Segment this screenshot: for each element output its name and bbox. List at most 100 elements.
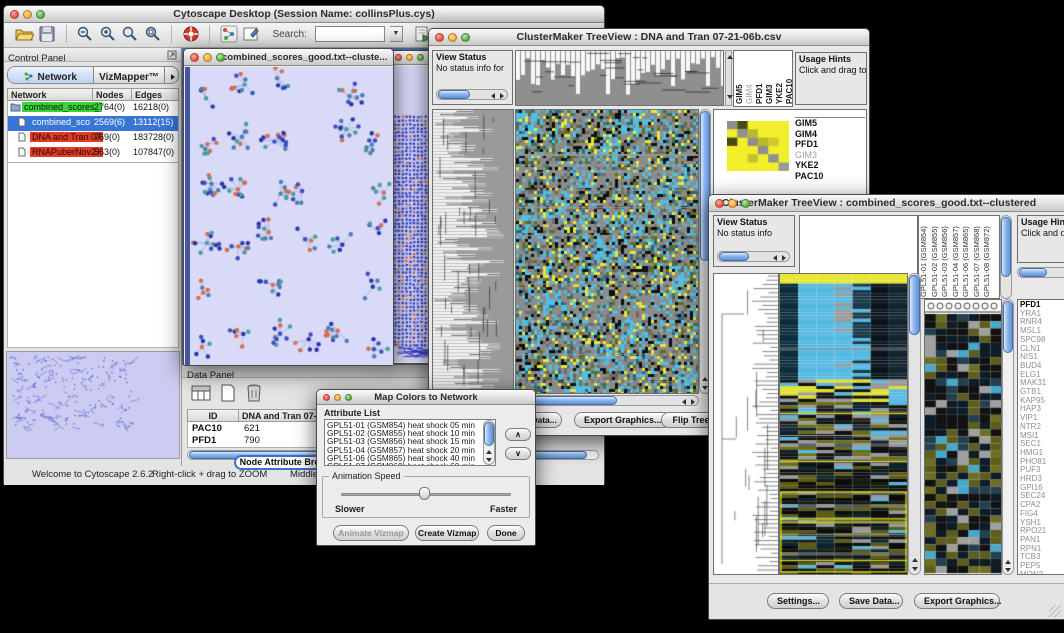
animation-speed-label: Animation Speed: [329, 471, 404, 481]
tv1-usage-hints-title: Usage Hints: [799, 54, 863, 65]
search-dropdown-button[interactable]: ▼: [390, 26, 403, 42]
close-button[interactable]: [715, 199, 724, 208]
tv2-heatmap[interactable]: [779, 273, 908, 575]
close-button[interactable]: [435, 33, 444, 42]
annotation-icon[interactable]: [242, 25, 260, 43]
network-list-item[interactable]: DNA and Tran 07769(0)183728(0): [8, 131, 178, 146]
network-table-header-nodes[interactable]: Nodes: [92, 88, 132, 101]
tv1-gutter-arrows[interactable]: [725, 50, 732, 106]
tv2-vscrollbar[interactable]: [908, 273, 921, 575]
tv1-heatmap[interactable]: [515, 109, 699, 394]
tv2-column-label: GPL51-02 (GSM855): [930, 217, 941, 297]
treeview-window-combined[interactable]: ClusterMaker TreeView : combined_scores_…: [708, 194, 1064, 620]
tv2-export-graphics-button[interactable]: Export Graphics...: [914, 593, 1000, 609]
data-cell-id[interactable]: PFD1: [192, 435, 216, 446]
network-view-window[interactable]: combined_scores_good.txt--cluste...: [183, 48, 394, 366]
tv1-zoom-heatmap[interactable]: [727, 121, 789, 171]
help-lifering-icon[interactable]: [182, 25, 200, 43]
tv2-collabel-scrollbar[interactable]: [1000, 215, 1012, 299]
network-list-item[interactable]: RNAPuberNov2+563(0)107847(0): [8, 146, 178, 161]
network-table-header-edges[interactable]: Edges: [131, 88, 179, 101]
delete-attribute-icon[interactable]: [244, 383, 264, 403]
zoom-button[interactable]: [216, 53, 225, 62]
network-canvas[interactable]: [185, 67, 393, 365]
tv1-column-dendrogram[interactable]: [515, 50, 724, 106]
network-table-header-network[interactable]: Network: [7, 88, 93, 101]
zoom-fit-icon[interactable]: [144, 25, 162, 43]
tab-overflow-button[interactable]: [164, 67, 179, 83]
move-up-button[interactable]: ∧: [505, 428, 531, 441]
tv1-hscrollbar[interactable]: [515, 395, 699, 406]
tab-vizmapper[interactable]: VizMapper™: [94, 67, 164, 83]
minimize-button[interactable]: [448, 33, 457, 42]
new-attribute-icon[interactable]: [218, 383, 238, 403]
zoom-button[interactable]: [345, 394, 352, 401]
animate-vizmap-button[interactable]: Animate Vizmap: [333, 525, 409, 541]
data-table-header-id[interactable]: ID: [187, 409, 239, 422]
tv1-status-scrollbar[interactable]: [436, 89, 508, 100]
minimize-button[interactable]: [203, 53, 212, 62]
resize-grip[interactable]: [1049, 605, 1061, 617]
close-button[interactable]: [323, 394, 330, 401]
attribute-select-icon[interactable]: [190, 383, 212, 403]
zoom-button[interactable]: [741, 199, 750, 208]
tv1-export-graphics-button[interactable]: Export Graphics...: [574, 412, 672, 428]
tv1-row-dendrogram[interactable]: [432, 109, 514, 394]
network-list-item[interactable]: combined_sco2569(6)13112(15): [8, 116, 178, 131]
data-cell-id[interactable]: PAC10: [192, 423, 222, 434]
network-overview-icon[interactable]: [220, 25, 238, 43]
minimize-button[interactable]: [406, 54, 413, 61]
tv2-zoom-hscrollbar[interactable]: [1017, 267, 1064, 278]
attribute-list-scrollbar[interactable]: [483, 420, 495, 465]
tv2-view-status-title: View Status: [717, 217, 791, 228]
data-cell-value[interactable]: 621: [244, 423, 260, 434]
minimize-button[interactable]: [23, 10, 32, 19]
done-button[interactable]: Done: [487, 525, 525, 541]
search-input[interactable]: [315, 26, 385, 42]
network-overview-panel[interactable]: [6, 351, 180, 459]
tv2-settings-button[interactable]: Settings...: [767, 593, 829, 609]
tv2-column-label: GPL51-08 (GSM872): [982, 217, 993, 297]
tv2-status-scrollbar[interactable]: [717, 251, 790, 262]
zoom-button[interactable]: [36, 10, 45, 19]
tv1-column-label: GIM5: [735, 53, 744, 104]
create-vizmap-button[interactable]: Create Vizmap: [415, 525, 479, 541]
data-cell-value[interactable]: 790: [244, 435, 260, 446]
zoom-button[interactable]: [417, 54, 424, 61]
zoom-button[interactable]: [461, 33, 470, 42]
network-list-item[interactable]: combined_scores_2764(0)16218(0): [8, 101, 178, 116]
tv1-view-status-title: View Status: [436, 52, 509, 63]
tab-network[interactable]: Network: [8, 67, 94, 83]
tv1-row-label: PFD1: [795, 139, 865, 150]
zoom-in-icon[interactable]: [99, 25, 117, 43]
tv2-column-labels[interactable]: GPL51-01 (GSM854)GPL51-02 (GSM855)GPL51-…: [918, 215, 1000, 299]
zoom-out-icon[interactable]: [76, 25, 94, 43]
close-button[interactable]: [190, 53, 199, 62]
tv2-zoom-heatmap[interactable]: [924, 299, 1002, 575]
tv2-row-labels[interactable]: PFD1YRA1RNR4MSL1SPC98CLN1NIS1BUD4ELG1MAK…: [1017, 299, 1064, 575]
attribute-list-label: Attribute List: [324, 408, 380, 418]
map-colors-dialog[interactable]: Map Colors to Network Attribute List GPL…: [316, 389, 536, 546]
attribute-list-item[interactable]: GPL51-07 (GSM868) heat shock 60 min: [327, 462, 493, 466]
slider-thumb[interactable]: [419, 487, 430, 500]
tv2-genelist-scrollbar[interactable]: [1002, 299, 1014, 575]
minimize-button[interactable]: [728, 199, 737, 208]
zoom-selected-icon[interactable]: [121, 25, 139, 43]
network-table-empty-area: [7, 163, 179, 348]
tv1-row-labels[interactable]: GIM5GIM4PFD1GIM3YKE2PAC10: [795, 117, 865, 199]
attribute-listbox[interactable]: GPL51-01 (GSM854) heat shock 05 minGPL51…: [324, 419, 496, 466]
open-session-icon[interactable]: [14, 25, 34, 43]
save-session-icon[interactable]: [38, 25, 56, 43]
tv1-column-labels[interactable]: GIM5GIM4PFD1GIM3YKE2PAC10: [733, 50, 793, 107]
close-button[interactable]: [395, 54, 402, 61]
tv2-save-data-button[interactable]: Save Data...: [839, 593, 903, 609]
tab-overflow-arrow-icon: [171, 74, 175, 80]
main-title-bar[interactable]: Cytoscape Desktop (Session Name: collins…: [4, 6, 604, 23]
tv1-view-status: View Status No status info for: [432, 50, 513, 105]
move-down-button[interactable]: ∨: [505, 447, 531, 460]
float-panel-icon[interactable]: [167, 50, 177, 60]
close-button[interactable]: [10, 10, 19, 19]
tv2-column-label: GPL51-03 (GSM856): [940, 217, 951, 297]
minimize-button[interactable]: [334, 394, 341, 401]
tv2-row-dendrogram[interactable]: [713, 273, 779, 575]
